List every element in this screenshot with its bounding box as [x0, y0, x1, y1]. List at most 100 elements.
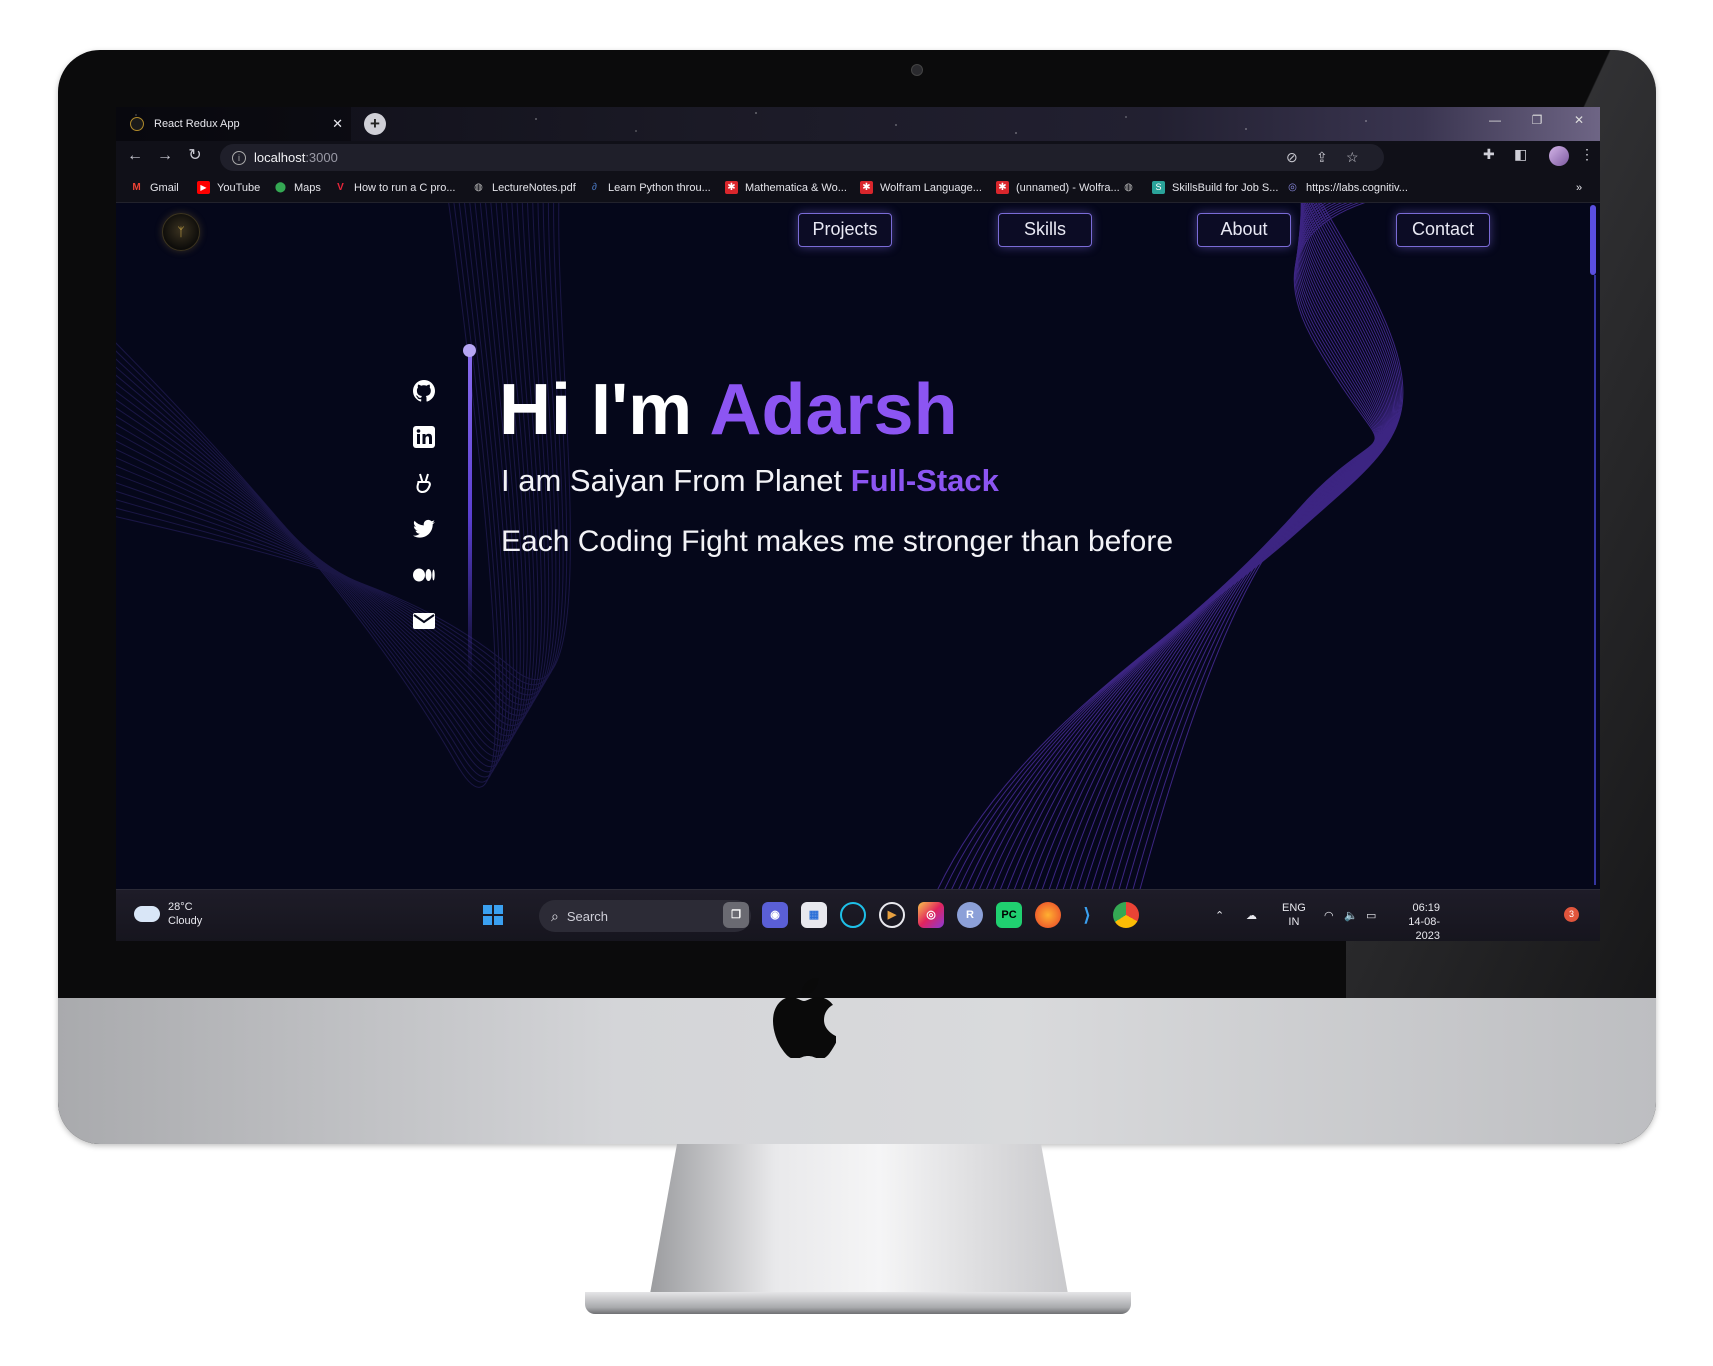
- web-page: ᛉ Projects Skills About Contact Hi I'm A…: [116, 203, 1600, 889]
- scrollbar-thumb[interactable]: [1590, 205, 1596, 275]
- hero-subtitle: I am Saiyan From Planet Full-Stack: [501, 463, 999, 498]
- globe-icon: ◍: [474, 182, 483, 193]
- eye-off-icon[interactable]: ⊘: [1286, 144, 1298, 171]
- sidepanel-icon[interactable]: ◧: [1514, 146, 1527, 163]
- weather-desc: Cloudy: [168, 915, 203, 927]
- address-bar[interactable]: i localhost :3000 ⊘ ⇪ ☆: [220, 144, 1384, 171]
- tray-overflow-icon[interactable]: ⌃: [1215, 890, 1224, 941]
- linkedin-icon[interactable]: [412, 425, 436, 449]
- scrollbar-track[interactable]: [1594, 275, 1596, 885]
- screen: React Redux App ✕ + — ❐ ✕ ← → ↻ i localh…: [116, 107, 1600, 941]
- bookmarks-overflow-icon[interactable]: »: [1576, 173, 1582, 202]
- battery-icon[interactable]: ▭: [1366, 890, 1376, 941]
- url-port: :3000: [305, 150, 338, 165]
- vertical-line-dot: [463, 344, 476, 357]
- wolfram-icon: ✱: [860, 181, 873, 194]
- notification-badge[interactable]: 3: [1564, 907, 1579, 922]
- site-info-icon[interactable]: i: [232, 150, 246, 165]
- chrome-icon[interactable]: [1113, 902, 1139, 928]
- bookmark-learn-python[interactable]: ∂ Learn Python throu...: [588, 173, 711, 202]
- imac-stand: [650, 1144, 1068, 1294]
- wolfram-icon: ✱: [996, 181, 1009, 194]
- taskbar-search[interactable]: ⌕ Search: [539, 900, 751, 932]
- search-icon: ⌕: [551, 907, 559, 924]
- wifi-icon[interactable]: ◠: [1324, 890, 1334, 941]
- media-player-icon[interactable]: ▶: [879, 902, 905, 928]
- share-icon[interactable]: ⇪: [1316, 144, 1328, 171]
- meet-icon[interactable]: ◉: [762, 902, 788, 928]
- maps-icon: ⬤: [274, 182, 287, 193]
- weather-widget[interactable]: 28°C Cloudy: [134, 900, 202, 928]
- minimize-icon[interactable]: —: [1474, 107, 1516, 135]
- bookmark-lecture-notes[interactable]: ◍ LectureNotes.pdf: [472, 173, 576, 202]
- skillsbuild-icon: S: [1152, 181, 1165, 194]
- nav-skills[interactable]: Skills: [998, 213, 1092, 247]
- python-icon: ∂: [592, 182, 597, 193]
- tab-close-icon[interactable]: ✕: [332, 116, 343, 132]
- bookmark-star-icon[interactable]: ☆: [1346, 144, 1359, 171]
- cloud-icon: [134, 906, 160, 922]
- bookmark-gmail[interactable]: M Gmail: [130, 173, 178, 202]
- url-host: localhost: [254, 150, 306, 165]
- imac-chin: [58, 998, 1656, 1144]
- github-icon[interactable]: [412, 379, 436, 403]
- hero-name: Adarsh: [709, 370, 958, 450]
- medium-icon[interactable]: [412, 563, 436, 587]
- mail-icon[interactable]: [412, 609, 436, 633]
- imac-stand-base: [585, 1292, 1131, 1314]
- weather-temp: 28°C: [168, 901, 193, 913]
- globe-icon: ◍: [1124, 182, 1133, 193]
- vertical-accent-line: [468, 353, 472, 681]
- youtube-icon: ▶: [197, 181, 210, 194]
- bookmark-skillsbuild[interactable]: S SkillsBuild for Job S...: [1152, 173, 1278, 202]
- windows-taskbar: 28°C Cloudy ⌕ Search ❐ ◉ ▦ ▶ ◎ R PC ⟩ ⌃ ☁…: [116, 889, 1600, 941]
- tab-title: React Redux App: [154, 118, 240, 130]
- bookmark-c-program[interactable]: V How to run a C pro...: [334, 173, 455, 202]
- gmail-icon: M: [132, 182, 141, 193]
- angellist-icon[interactable]: [412, 471, 436, 495]
- twitter-icon[interactable]: [412, 517, 436, 541]
- maximize-icon[interactable]: ❐: [1516, 107, 1558, 135]
- clock[interactable]: 06:19 14-08-2023: [1390, 890, 1440, 941]
- firefox-icon[interactable]: [1035, 902, 1061, 928]
- hero-title: Hi I'm Adarsh: [499, 370, 958, 450]
- language-indicator[interactable]: ENG IN: [1282, 890, 1306, 941]
- menu-kebab-icon[interactable]: ⋮: [1580, 146, 1594, 163]
- r-icon[interactable]: R: [957, 902, 983, 928]
- hero-tagline: Each Coding Fight makes me stronger than…: [501, 525, 1174, 558]
- browser-tab[interactable]: React Redux App ✕: [116, 107, 351, 141]
- vscode-icon[interactable]: ⟩: [1074, 902, 1100, 928]
- reload-icon[interactable]: ↻: [184, 145, 206, 167]
- nav-about[interactable]: About: [1197, 213, 1291, 247]
- bookmark-globe[interactable]: ◍: [1122, 173, 1142, 202]
- store-icon[interactable]: ▦: [801, 902, 827, 928]
- bookmarks-bar: M Gmail ▶ YouTube ⬤ Maps V How to run a C pr…: [116, 173, 1600, 203]
- profile-avatar[interactable]: [1549, 146, 1569, 166]
- pycharm-icon[interactable]: PC: [996, 902, 1022, 928]
- task-view-icon[interactable]: ❐: [723, 902, 749, 928]
- cortana-icon[interactable]: [840, 902, 866, 928]
- site-favicon-icon: [130, 117, 144, 131]
- windows-start-icon[interactable]: [480, 902, 506, 928]
- search-placeholder: Search: [566, 908, 609, 924]
- cognitive-icon: ◎: [1288, 182, 1297, 193]
- bookmark-maps[interactable]: ⬤ Maps: [274, 173, 321, 202]
- back-icon[interactable]: ←: [124, 145, 146, 167]
- v-icon: V: [337, 182, 344, 193]
- bookmark-labs-cognitive[interactable]: ◎ https://labs.cognitiv...: [1286, 173, 1408, 202]
- bookmark-wolfram-language[interactable]: ✱ Wolfram Language...: [860, 173, 982, 202]
- nav-projects[interactable]: Projects: [798, 213, 892, 247]
- bookmark-mathematica[interactable]: ✱ Mathematica & Wo...: [725, 173, 847, 202]
- bookmark-unnamed-wolfram[interactable]: ✱ (unnamed) - Wolfra...: [996, 173, 1120, 202]
- nav-contact[interactable]: Contact: [1396, 213, 1490, 247]
- new-tab-button[interactable]: +: [364, 113, 386, 135]
- onedrive-icon[interactable]: ☁: [1246, 890, 1257, 941]
- bookmark-youtube[interactable]: ▶ YouTube: [197, 173, 260, 202]
- extensions-icon[interactable]: ✚: [1483, 146, 1495, 163]
- instagram-icon[interactable]: ◎: [918, 902, 944, 928]
- volume-icon[interactable]: 🔈: [1344, 890, 1358, 941]
- tab-strip: React Redux App ✕ + — ❐ ✕: [116, 107, 1600, 141]
- window-close-icon[interactable]: ✕: [1558, 107, 1600, 135]
- forward-icon[interactable]: →: [154, 145, 176, 167]
- site-logo[interactable]: ᛉ: [162, 213, 200, 251]
